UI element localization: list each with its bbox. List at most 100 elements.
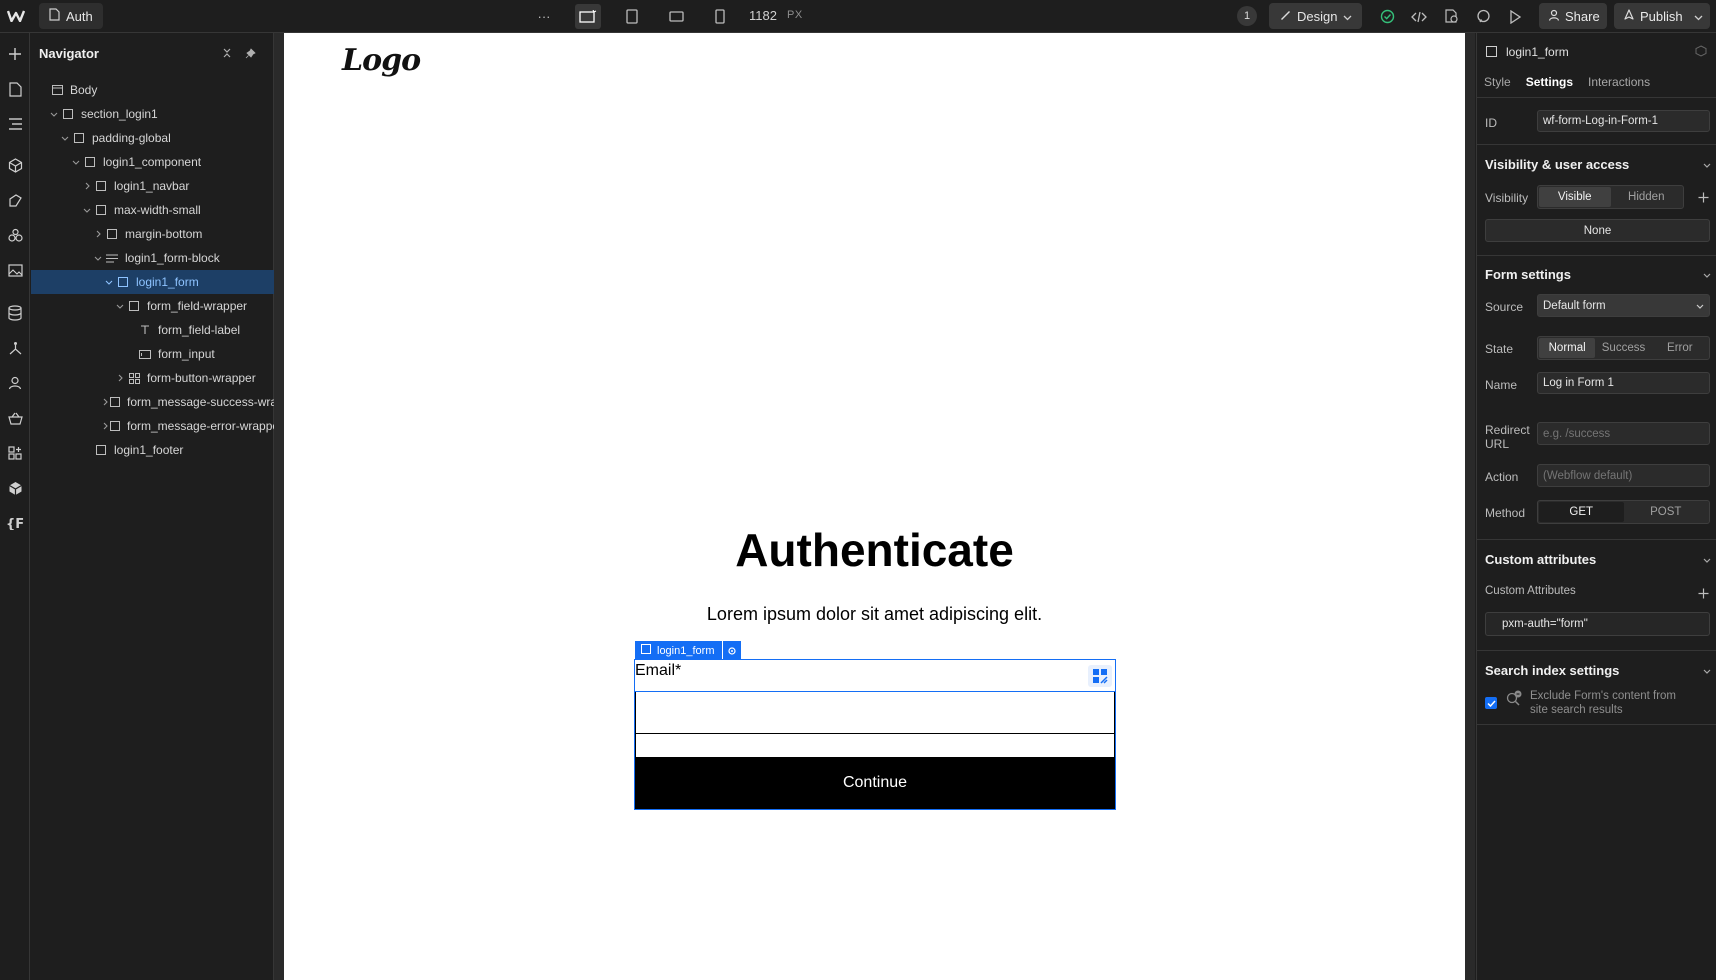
chevron-down-icon[interactable]: [114, 300, 126, 312]
navigator-item[interactable]: login1_navbar: [31, 174, 274, 198]
navigator-item[interactable]: Body: [31, 78, 274, 102]
navigator-item[interactable]: margin-bottom: [31, 222, 274, 246]
mobile-landscape-breakpoint-icon[interactable]: [663, 4, 689, 29]
state-error-option[interactable]: Error: [1652, 338, 1708, 358]
more-options-button[interactable]: ···: [531, 4, 557, 29]
visibility-section-title[interactable]: Visibility & user access: [1485, 157, 1629, 172]
cms-icon[interactable]: [3, 301, 27, 325]
form-name-field[interactable]: Log in Form 1: [1537, 372, 1710, 394]
components-icon[interactable]: [3, 153, 27, 177]
audit-icon[interactable]: [1438, 4, 1464, 29]
form-edit-icon[interactable]: [1088, 665, 1112, 687]
desktop-breakpoint-icon[interactable]: [575, 4, 601, 29]
tab-style[interactable]: Style: [1484, 75, 1511, 89]
custom-attribute-row[interactable]: pxm-auth="form": [1485, 612, 1710, 636]
navigator-item[interactable]: login1_form: [31, 270, 274, 294]
preview-play-icon[interactable]: [1502, 4, 1528, 29]
chevron-down-icon[interactable]: [59, 132, 71, 144]
share-button[interactable]: Share: [1539, 3, 1607, 29]
visibility-hidden-option[interactable]: Hidden: [1611, 187, 1683, 207]
action-input[interactable]: [1537, 464, 1710, 487]
chevron-right-icon[interactable]: [92, 228, 104, 240]
check-status-icon[interactable]: [1374, 4, 1400, 29]
chevron-down-icon[interactable]: [92, 252, 104, 264]
design-mode-dropdown[interactable]: Design: [1269, 3, 1362, 29]
selected-element-tag[interactable]: login1_form: [635, 641, 742, 660]
chevron-right-icon[interactable]: [103, 420, 108, 432]
redirect-url-input[interactable]: [1537, 422, 1710, 445]
add-elements-icon[interactable]: [3, 42, 27, 66]
chevron-down-icon[interactable]: [1701, 159, 1713, 171]
tab-settings[interactable]: Settings: [1526, 75, 1573, 89]
navigator-item[interactable]: form-button-wrapper: [31, 366, 274, 390]
state-normal-option[interactable]: Normal: [1539, 338, 1596, 358]
navigator-item[interactable]: form_message-error-wrapper: [31, 414, 274, 438]
email-input[interactable]: [635, 691, 1115, 734]
add-condition-icon[interactable]: [1696, 190, 1710, 204]
navigator-item[interactable]: login1_component: [31, 150, 274, 174]
chevron-right-icon[interactable]: [81, 180, 93, 192]
style-selectors-icon[interactable]: [3, 188, 27, 212]
navigator-icon[interactable]: [3, 112, 27, 136]
chevron-down-icon[interactable]: [1701, 269, 1713, 281]
collapse-all-icon[interactable]: [219, 45, 235, 61]
gear-icon[interactable]: [723, 641, 742, 660]
ecommerce-basket-icon[interactable]: [3, 406, 27, 430]
navigator-item[interactable]: login1_form-block: [31, 246, 274, 270]
auth-subheading[interactable]: Lorem ipsum dolor sit amet adipiscing el…: [284, 604, 1465, 625]
method-post-option[interactable]: POST: [1624, 502, 1709, 522]
assets-icon[interactable]: [3, 258, 27, 282]
canvas-width-value[interactable]: 1182: [749, 8, 777, 23]
chevron-right-icon[interactable]: [103, 396, 108, 408]
navigator-item[interactable]: form_input: [31, 342, 274, 366]
custom-attributes-section-title[interactable]: Custom attributes: [1485, 552, 1596, 567]
chevron-down-icon[interactable]: [48, 108, 60, 120]
state-success-option[interactable]: Success: [1595, 338, 1651, 358]
publish-button[interactable]: Publish: [1614, 3, 1710, 29]
visibility-visible-option[interactable]: Visible: [1539, 187, 1611, 207]
navigator-item[interactable]: form_field-label: [31, 318, 274, 342]
chevron-down-icon[interactable]: [1701, 665, 1713, 677]
logic-icon[interactable]: [3, 336, 27, 360]
users-icon[interactable]: [3, 371, 27, 395]
navigator-item[interactable]: form_field-wrapper: [31, 294, 274, 318]
tab-interactions[interactable]: Interactions: [1588, 75, 1650, 89]
navigator-item[interactable]: max-width-small: [31, 198, 274, 222]
chevron-right-icon[interactable]: [114, 372, 126, 384]
comments-icon[interactable]: [1470, 4, 1496, 29]
tablet-breakpoint-icon[interactable]: [619, 4, 645, 29]
collaborators-badge[interactable]: 1: [1237, 6, 1257, 26]
site-logo[interactable]: Logo: [342, 43, 421, 78]
design-canvas[interactable]: Logo Authenticate Lorem ipsum dolor sit …: [284, 33, 1465, 980]
code-icon[interactable]: [1406, 4, 1432, 29]
form-settings-section-title[interactable]: Form settings: [1485, 267, 1571, 282]
navigator-item[interactable]: form_message-success-wrapper: [31, 390, 274, 414]
login-form[interactable]: Email* Continue: [634, 659, 1116, 810]
chevron-down-icon[interactable]: [1701, 554, 1713, 566]
apps-icon[interactable]: [3, 441, 27, 465]
auth-heading[interactable]: Authenticate: [284, 523, 1465, 577]
variables-icon[interactable]: [3, 223, 27, 247]
component-cube-icon[interactable]: [1695, 45, 1707, 60]
continue-button[interactable]: Continue: [635, 757, 1115, 809]
chevron-down-icon[interactable]: [81, 204, 93, 216]
pin-icon[interactable]: [242, 45, 258, 61]
navigator-item[interactable]: padding-global: [31, 126, 274, 150]
chevron-down-icon[interactable]: [70, 156, 82, 168]
page-selector[interactable]: Auth: [39, 3, 103, 29]
webflow-logo-icon[interactable]: [5, 5, 27, 27]
finsweet-icon[interactable]: {F: [3, 511, 27, 535]
exclude-search-checkbox[interactable]: [1485, 697, 1497, 709]
navigator-item[interactable]: login1_footer: [31, 438, 274, 462]
app-cube-icon[interactable]: [3, 476, 27, 500]
id-field[interactable]: wf-form-Log-in-Form-1: [1537, 110, 1710, 132]
pages-icon[interactable]: [3, 77, 27, 101]
navigator-item[interactable]: section_login1: [31, 102, 274, 126]
method-get-option[interactable]: GET: [1539, 502, 1624, 522]
mobile-portrait-breakpoint-icon[interactable]: [707, 4, 733, 29]
user-access-field[interactable]: None: [1485, 219, 1710, 242]
add-attribute-icon[interactable]: [1696, 586, 1710, 600]
chevron-down-icon[interactable]: [103, 276, 115, 288]
search-index-section-title[interactable]: Search index settings: [1485, 663, 1619, 678]
source-select[interactable]: Default form: [1537, 294, 1710, 317]
